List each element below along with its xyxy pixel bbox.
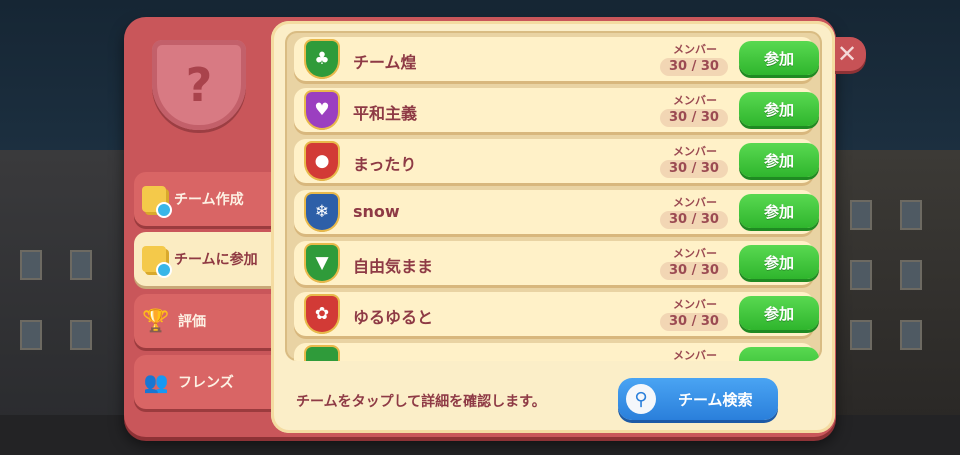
building-window [850,200,872,230]
building-window [20,320,42,350]
join-button[interactable]: 参加 [739,194,819,228]
member-count: 30 / 30 [660,313,728,331]
member-count: 30 / 30 [660,211,728,229]
team-name: まったり [353,155,417,174]
member-label: メンバー [673,298,717,311]
team-row[interactable]: ♣ チーム煌 メンバー 30 / 30 参加 [294,37,819,81]
member-label: メンバー [673,145,717,158]
docs-icon [142,186,172,218]
search-icon: ⚲ [626,384,656,414]
team-name: ゆるゆると [353,308,434,327]
trophy-icon: 🏆 [142,308,170,334]
building-window [900,200,922,230]
team-row[interactable]: ❄ snow メンバー 30 / 30 参加 [294,190,819,234]
join-button[interactable]: 参加 [739,245,819,279]
apple-icon: ● [306,143,338,179]
building-window [850,260,872,290]
cat-icon [306,347,338,361]
team-row[interactable]: ✿ ゆるゆると メンバー 30 / 30 参加 [294,292,819,336]
member-label: メンバー [673,196,717,209]
team-row[interactable]: ▼ 自由気まま メンバー 30 / 30 参加 [294,241,819,285]
snowflake-icon: ❄ [306,194,338,230]
member-count: 30 / 30 [660,262,728,280]
team-name: 自由気まま [353,257,434,276]
join-button[interactable]: 参加 [739,143,819,177]
member-label: メンバー [673,94,717,107]
tab-friends[interactable]: 👥 フレンズ [134,355,274,409]
team-list[interactable]: ♣ チーム煌 メンバー 30 / 30 参加 ♥ 平和主義 メンバー 30 / … [285,31,822,361]
member-label: メンバー [673,247,717,260]
building-window [900,320,922,350]
tab-rating[interactable]: 🏆 評価 [134,294,274,348]
member-count: 30 / 30 [660,160,728,178]
member-label: メンバー [673,43,717,56]
ribbon-icon: ✿ [306,296,338,332]
close-icon: ✕ [836,40,858,68]
tab-label: フレンズ [178,375,234,391]
background-building-right [830,150,960,420]
tab-join-team[interactable]: チームに参加 [134,232,274,286]
tab-label: チームに参加 [174,252,258,268]
tab-create-team[interactable]: チーム作成 [134,172,274,226]
join-button[interactable]: 参加 [739,296,819,330]
question-mark-icon: ? [185,58,213,112]
team-name: チーム煌 [353,53,417,72]
tree-icon: ♣ [306,41,338,77]
building-window [70,320,92,350]
cat-icon: ▼ [306,245,338,281]
heart-icon: ♥ [306,92,338,128]
team-row[interactable]: ♥ 平和主義 メンバー 30 / 30 参加 [294,88,819,132]
building-window [70,250,92,280]
team-name: 平和主義 [353,104,418,123]
team-row[interactable]: ● まったり メンバー 30 / 30 参加 [294,139,819,183]
member-label: メンバー [673,349,717,361]
building-window [20,250,42,280]
team-search-label: チーム検索 [678,390,753,409]
hint-text: チームをタップして詳細を確認します。 [296,394,546,410]
friends-icon: 👥 [143,370,169,394]
building-window [900,260,922,290]
background-building-left [0,150,140,420]
join-button[interactable]: 参加 [739,92,819,126]
building-window [850,320,872,350]
join-button[interactable] [739,347,819,361]
team-emblem-placeholder: ? [152,40,246,130]
tab-label: チーム作成 [174,192,244,208]
team-name: snow [353,202,400,221]
docs-icon [142,246,172,278]
tab-label: 評価 [178,314,206,330]
member-count: 30 / 30 [660,58,728,76]
team-row-partial[interactable]: メンバー [294,343,819,361]
team-search-button[interactable]: ⚲ チーム検索 [618,378,778,420]
member-count: 30 / 30 [660,109,728,127]
join-button[interactable]: 参加 [739,41,819,75]
